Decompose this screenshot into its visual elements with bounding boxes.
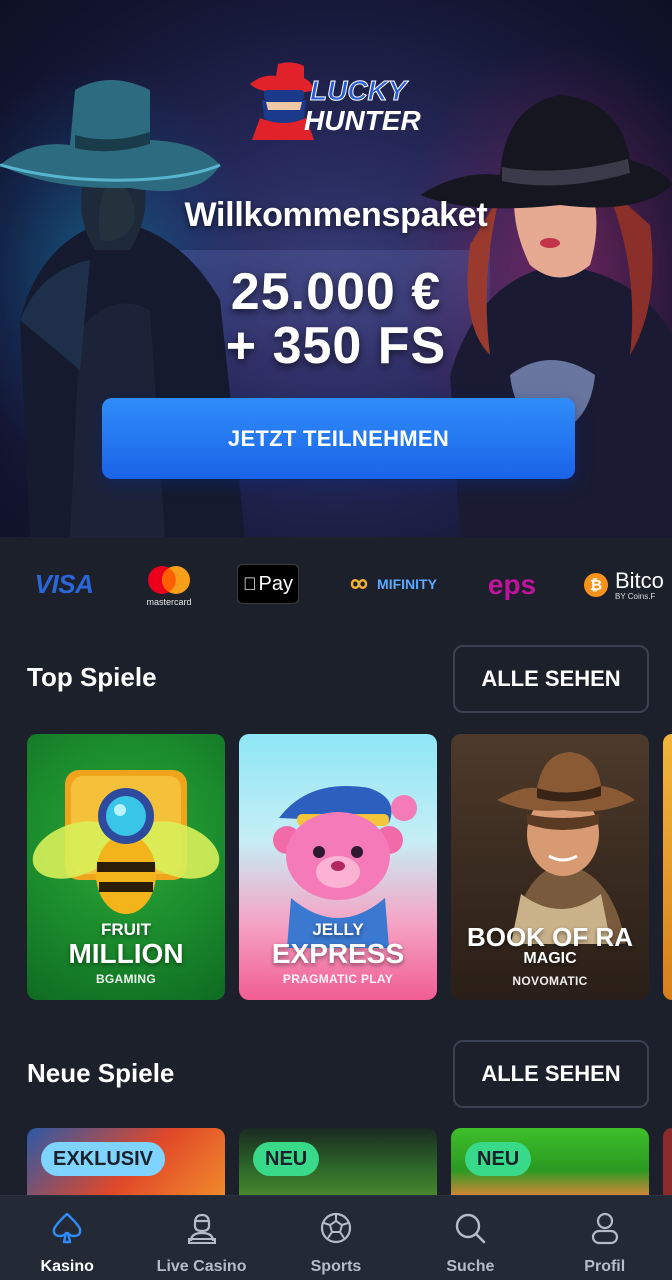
- eps-logo: eps: [487, 569, 537, 600]
- game-title-line2: EXPRESS: [271, 938, 405, 969]
- visa-logo: VISA: [34, 568, 94, 599]
- new-game-tile-1[interactable]: EXKLUSIV: [27, 1128, 225, 1198]
- exclusive-badge: EXKLUSIV: [41, 1142, 166, 1176]
- explorer-illustration: [497, 752, 635, 944]
- mastercard-circles-icon: [148, 566, 190, 594]
- game-provider: PRAGMATIC PLAY: [282, 972, 394, 986]
- game-tile-jelly-express[interactable]: JELLY EXPRESS PRAGMATIC PLAY: [239, 734, 437, 1000]
- game-title-line1: BOOK OF RA: [466, 922, 634, 952]
- nav-search[interactable]: Suche: [403, 1196, 537, 1280]
- bitcoin-icon: ₿: [584, 573, 608, 597]
- nav-live-casino[interactable]: Live Casino: [134, 1196, 268, 1280]
- mastercard-logo: mastercard: [138, 561, 200, 611]
- logo-text-hunter: HUNTER: [304, 105, 421, 136]
- game-title-line2: MAGIC: [523, 950, 577, 967]
- new-games-see-all-button[interactable]: ALLE SEHEN: [453, 1040, 649, 1108]
- apple-pay-logo:  Pay: [237, 564, 299, 604]
- new-game-tile-3[interactable]: NEU: [451, 1128, 649, 1198]
- logo-text-lucky: LUCKY: [310, 75, 409, 106]
- svg-text:₿: ₿: [590, 577, 602, 594]
- mifinity-logo: MIFINITY: [338, 569, 444, 599]
- game-title-line1: JELLY: [312, 920, 364, 939]
- payment-methods-strip: VISA mastercard  Pay MIFINITY eps ₿ Bit…: [0, 537, 672, 632]
- user-icon: [587, 1210, 623, 1246]
- bear-illustration: [273, 786, 417, 948]
- nav-profile[interactable]: Profil: [538, 1196, 672, 1280]
- search-icon: [452, 1210, 488, 1246]
- top-games-see-all-button[interactable]: ALLE SEHEN: [453, 645, 649, 713]
- game-tile-fruit-million[interactable]: FRUIT MILLION BGAMING: [27, 734, 225, 1000]
- nav-kasino[interactable]: Kasino: [0, 1196, 134, 1280]
- new-game-tile-partial[interactable]: [663, 1128, 672, 1198]
- nav-label: Suche: [446, 1258, 495, 1275]
- dealer-icon: [184, 1210, 220, 1246]
- lucky-hunter-logo: LUCKY HUNTER: [250, 62, 421, 140]
- top-games-title: Top Spiele: [27, 662, 157, 692]
- hero-bonus-amount: 25.000 €: [230, 263, 442, 321]
- nav-label: Kasino: [40, 1258, 94, 1275]
- bottom-navigation: Kasino Live Casino Sports Suche Profil: [0, 1195, 672, 1280]
- nav-label: Live Casino: [156, 1258, 247, 1275]
- bitcoin-logo: ₿ Bitco BY Coins.F: [583, 563, 672, 607]
- soccer-ball-icon: [318, 1210, 354, 1246]
- mifinity-infinity-icon: [350, 579, 368, 589]
- nav-label: Sports: [310, 1258, 362, 1275]
- hero-banner[interactable]: LUCKY HUNTER Willkommenspaket 25.000 € +…: [0, 0, 672, 537]
- new-badge: NEU: [465, 1142, 532, 1176]
- game-provider: BGAMING: [95, 972, 157, 986]
- nav-label: Profil: [584, 1258, 626, 1275]
- nav-sports[interactable]: Sports: [269, 1196, 403, 1280]
- new-badge: NEU: [253, 1142, 320, 1176]
- apple-icon: : [243, 574, 257, 595]
- game-provider: NOVOMATIC: [512, 974, 588, 988]
- game-tile-partial[interactable]: [663, 734, 672, 1000]
- hero-free-spins: + 350 FS: [225, 317, 447, 375]
- game-title-line2: MILLION: [68, 938, 184, 969]
- spade-icon: [49, 1210, 85, 1246]
- game-tile-book-of-ra-magic[interactable]: BOOK OF RA MAGIC NOVOMATIC: [451, 734, 649, 1000]
- new-games-title: Neue Spiele: [27, 1058, 175, 1088]
- game-title-line1: FRUIT: [100, 920, 152, 939]
- join-now-button[interactable]: JETZT TEILNEHMEN: [102, 398, 575, 479]
- hero-title: Willkommenspaket: [184, 196, 488, 234]
- new-game-tile-2[interactable]: NEU: [239, 1128, 437, 1198]
